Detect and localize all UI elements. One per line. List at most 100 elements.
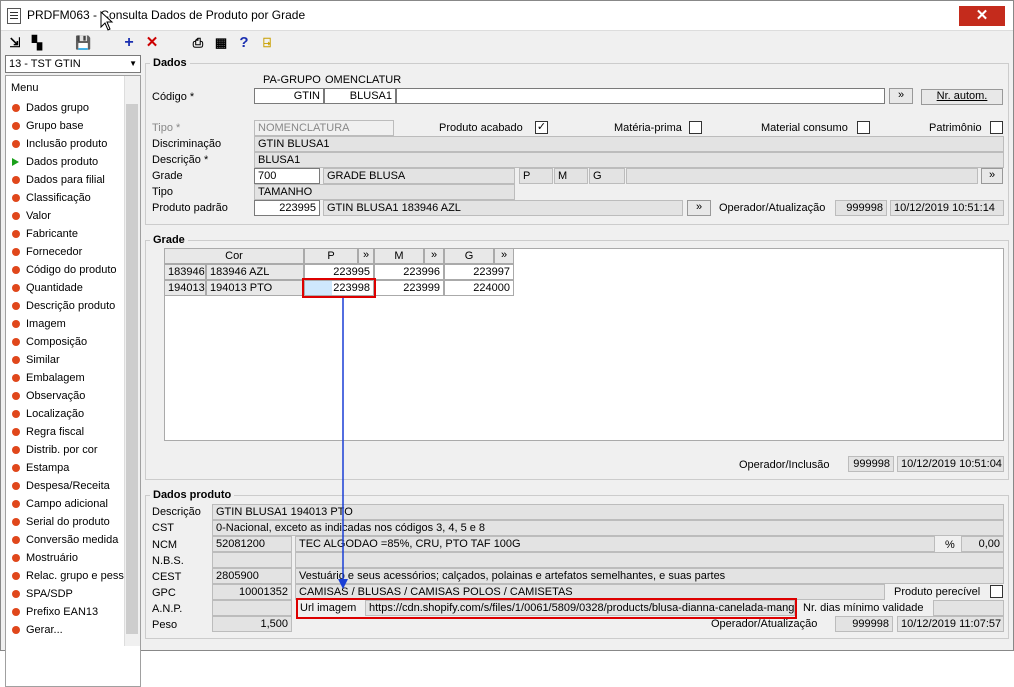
menu-item[interactable]: Gerar... [12, 624, 63, 642]
nr-autom-button[interactable]: Nr. autom. [921, 89, 1003, 105]
dp-anp-field [212, 600, 292, 616]
menu-item[interactable]: Quantidade [12, 282, 83, 300]
tipo-select[interactable]: NOMENCLATURA [254, 120, 394, 136]
save-icon[interactable]: 💾 [75, 35, 91, 51]
exit-icon[interactable]: ⇲ [7, 35, 23, 51]
row1-name[interactable]: 183946 AZL [206, 264, 304, 280]
menu-scrollbar[interactable] [124, 76, 140, 646]
menu-item[interactable]: Inclusão produto [12, 138, 107, 156]
row2-name[interactable]: 194013 PTO [206, 280, 304, 296]
grid-icon[interactable]: ▦ [213, 35, 229, 51]
codigo-lookup-button[interactable]: » [889, 88, 913, 104]
title-bar: PRDFM063 - Consulta Dados de Produto por… [1, 1, 1013, 31]
row1-code[interactable]: 183946 [164, 264, 206, 280]
menu-item[interactable]: Localização [12, 408, 84, 426]
bullet-icon [12, 248, 20, 256]
left-panel: 13 - TST GTIN ▼ Menu Dados grupo Grupo ba… [5, 55, 141, 687]
menu-item[interactable]: Dados produto [12, 156, 98, 174]
print-icon[interactable]: ⎙ [190, 35, 206, 51]
menu-item[interactable]: Código do produto [12, 264, 117, 282]
codigo-col2-field[interactable]: BLUSA1 [324, 88, 396, 104]
row2-code[interactable]: 194013 [164, 280, 206, 296]
col-header-m[interactable]: M [374, 248, 424, 264]
produto-acabado-checkbox[interactable]: ✓ [535, 121, 548, 134]
patrimonio-checkbox[interactable] [990, 121, 1003, 134]
dp-cst-label: CST [152, 522, 174, 534]
add-icon[interactable]: + [121, 35, 137, 51]
door-icon[interactable]: ⍈ [259, 35, 275, 51]
produto-padrao-code[interactable]: 223995 [254, 200, 320, 216]
company-select[interactable]: 13 - TST GTIN ▼ [5, 55, 141, 73]
menu-item[interactable]: Mostruário [12, 552, 78, 570]
row1-g[interactable]: 223997 [444, 264, 514, 280]
menu-item[interactable]: Prefixo EAN13 [12, 606, 98, 624]
menu-item[interactable]: Fornecedor [12, 246, 82, 264]
menu-item[interactable]: Regra fiscal [12, 426, 84, 444]
windows-icon[interactable]: ▚ [29, 35, 45, 51]
menu-item[interactable]: Fabricante [12, 228, 78, 246]
menu-item-label: Conversão medida [26, 534, 119, 546]
menu-item[interactable]: Embalagem [12, 372, 85, 390]
menu-item[interactable]: Composição [12, 336, 87, 354]
menu-item-label: Localização [26, 408, 85, 420]
codigo-extra-field[interactable] [396, 88, 885, 104]
menu-item[interactable]: Serial do produto [12, 516, 110, 534]
dp-perecivel-label: Produto perecível [894, 586, 981, 598]
menu-item[interactable]: Dados para filial [12, 174, 105, 192]
col-header-p[interactable]: P [304, 248, 358, 264]
close-button[interactable]: ✕ [959, 6, 1005, 26]
col-header-g[interactable]: G [444, 248, 494, 264]
bullet-icon [12, 194, 20, 202]
material-consumo-checkbox[interactable] [857, 121, 870, 134]
menu-item[interactable]: Distrib. por cor [12, 444, 98, 462]
col-header-cor[interactable]: Cor [164, 248, 304, 264]
menu-item[interactable]: Estampa [12, 462, 69, 480]
menu-item[interactable]: Dados grupo [12, 102, 89, 120]
menu-item[interactable]: Despesa/Receita [12, 480, 110, 498]
menu-item[interactable]: Descrição produto [12, 300, 115, 318]
produto-padrao-lookup-button[interactable]: » [687, 200, 711, 216]
scroll-thumb[interactable] [126, 104, 138, 634]
menu-item[interactable]: Grupo base [12, 120, 83, 138]
dados-produto-legend: Dados produto [153, 489, 232, 501]
help-icon[interactable]: ? [236, 35, 252, 51]
material-consumo-label: Material consumo [761, 122, 848, 134]
grade-code-field[interactable]: 700 [254, 168, 320, 184]
grade-legend: Grade [153, 234, 185, 246]
discriminacao-field[interactable]: GTIN BLUSA1 [254, 136, 1004, 152]
codigo-col1-field[interactable]: GTIN [254, 88, 324, 104]
bullet-icon [12, 284, 20, 292]
menu-item-label: Código do produto [26, 264, 117, 276]
window-title: PRDFM063 - Consulta Dados de Produto por… [27, 8, 306, 22]
highlight-box-url [296, 598, 797, 619]
col-m-expand-button[interactable]: » [424, 248, 444, 264]
descricao-field[interactable]: BLUSA1 [254, 152, 1004, 168]
menu-item[interactable]: Relac. grupo e pess [12, 570, 124, 588]
dp-cest-code: 2805900 [212, 568, 292, 584]
codigo-col2-header: OMENCLATUR [325, 74, 402, 86]
menu-item[interactable]: Classificação [12, 192, 91, 210]
dp-operador-label: Operador/Atualização [711, 618, 818, 630]
bullet-icon [12, 356, 20, 364]
grade-scroll-button[interactable]: » [981, 168, 1003, 184]
menu-item[interactable]: Observação [12, 390, 85, 408]
menu-item[interactable]: Imagem [12, 318, 66, 336]
menu-item[interactable]: Campo adicional [12, 498, 108, 516]
menu-item-label: Composição [26, 336, 88, 348]
dados-legend: Dados [153, 57, 187, 69]
col-p-expand-button[interactable]: » [358, 248, 374, 264]
row2-m[interactable]: 223999 [374, 280, 444, 296]
menu-item-label: Dados grupo [26, 102, 89, 114]
row1-m[interactable]: 223996 [374, 264, 444, 280]
highlight-box-cell [302, 278, 376, 298]
materia-prima-checkbox[interactable] [689, 121, 702, 134]
menu-item[interactable]: Conversão medida [12, 534, 118, 552]
delete-icon[interactable]: ✕ [144, 35, 160, 51]
dp-perecivel-checkbox[interactable] [990, 585, 1003, 598]
grade-operador-label: Operador/Inclusão [739, 459, 830, 471]
col-g-expand-button[interactable]: » [494, 248, 514, 264]
menu-item[interactable]: Similar [12, 354, 60, 372]
menu-item[interactable]: SPA/SDP [12, 588, 73, 606]
row2-g[interactable]: 224000 [444, 280, 514, 296]
menu-item[interactable]: Valor [12, 210, 51, 228]
